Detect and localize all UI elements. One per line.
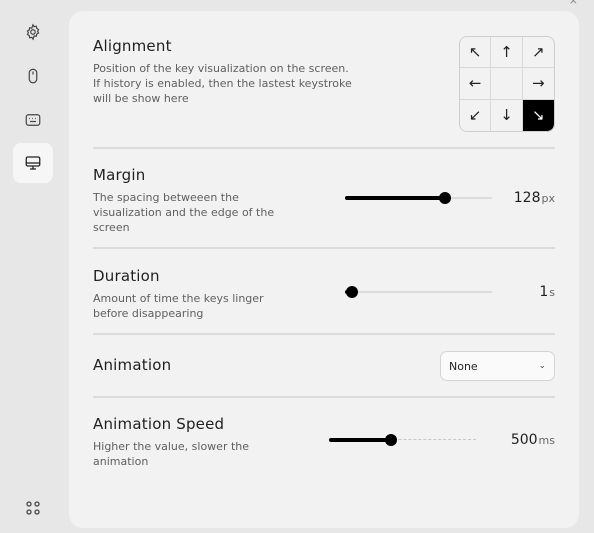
duration-title: Duration (93, 267, 160, 285)
slider-track (345, 291, 492, 293)
slider-fill (345, 196, 445, 200)
window-close-button[interactable]: × (569, 0, 578, 7)
apps-grid-button[interactable] (13, 488, 53, 528)
align-bottom-left[interactable]: ↙ (460, 99, 492, 131)
divider (93, 396, 555, 398)
sidebar-item-display[interactable] (13, 143, 53, 183)
settings-panel: Alignment Position of the key visualizat… (69, 11, 579, 528)
divider (93, 333, 555, 335)
align-middle-right[interactable]: → (522, 68, 554, 100)
mouse-icon (28, 68, 38, 84)
sidebar (0, 0, 66, 533)
alignment-grid: ↖ ↑ ↗ ← → ↙ ↓ ↘ (459, 36, 555, 132)
align-center[interactable] (491, 68, 523, 100)
align-top-center[interactable]: ↑ (491, 37, 523, 69)
sidebar-item-mouse[interactable] (13, 56, 53, 96)
animation-select[interactable]: None ⌄ (440, 351, 555, 381)
animation-speed-title: Animation Speed (93, 415, 225, 433)
slider-thumb[interactable] (439, 192, 451, 204)
sidebar-item-keyboard[interactable] (13, 100, 53, 140)
slider-thumb[interactable] (385, 434, 397, 446)
slider-thumb[interactable] (346, 286, 358, 298)
margin-slider[interactable] (345, 192, 492, 204)
animation-speed-value: 500ms (510, 432, 555, 448)
animation-speed-section: Animation Speed Higher the value, slower… (93, 415, 555, 469)
align-top-left[interactable]: ↖ (460, 37, 492, 69)
monitor-icon (25, 156, 41, 170)
divider (93, 147, 555, 149)
apps-grid-icon (26, 501, 40, 515)
keyboard-icon (25, 114, 41, 126)
align-top-right[interactable]: ↗ (522, 37, 554, 69)
duration-slider[interactable] (345, 286, 492, 298)
align-middle-left[interactable]: ← (460, 68, 492, 100)
slider-fill (329, 438, 391, 442)
divider (93, 247, 555, 249)
duration-value: 1s (539, 284, 555, 300)
chevron-down-icon: ⌄ (538, 361, 546, 371)
animation-speed-slider[interactable] (329, 434, 476, 446)
align-bottom-right[interactable]: ↘ (522, 99, 554, 131)
sidebar-item-settings[interactable] (13, 12, 53, 52)
gear-icon (26, 23, 40, 41)
align-bottom-center[interactable]: ↓ (491, 99, 523, 131)
margin-title: Margin (93, 166, 146, 184)
animation-speed-description: Higher the value, slower the animation (93, 440, 250, 468)
margin-value: 128px (513, 190, 555, 206)
